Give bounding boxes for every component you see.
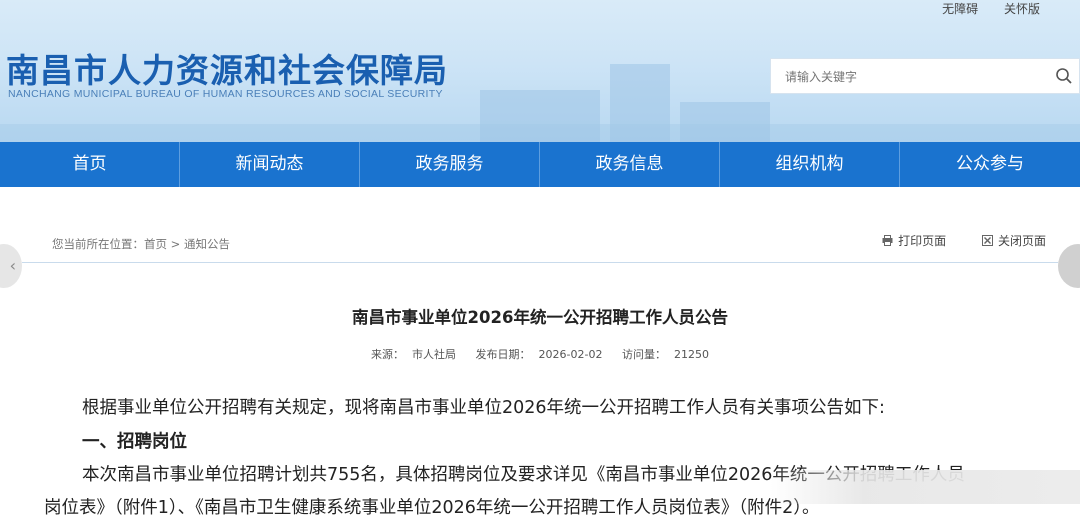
source-label: 来源： xyxy=(371,348,405,361)
breadcrumb-prefix: 您当前所在位置： xyxy=(52,237,144,251)
article-title: 南昌市事业单位2026年统一公开招聘工作人员公告 xyxy=(352,308,728,327)
print-label: 打印页面 xyxy=(898,234,947,248)
print-icon xyxy=(882,235,893,246)
visits-label: 访问量： xyxy=(621,348,666,361)
article-meta: 来源： 市人社局 发布日期： 2026-02-02 访问量： 21250 xyxy=(0,346,1080,362)
search-icon[interactable] xyxy=(1055,67,1073,85)
source-value: 市人社局 xyxy=(412,348,457,361)
close-label: 关闭页面 xyxy=(997,234,1046,248)
site-subtitle: NANCHANG MUNICIPAL BUREAU OF HUMAN RESOU… xyxy=(8,88,443,100)
accessibility-link[interactable]: 无障碍 xyxy=(942,2,978,16)
visits-value: 21250 xyxy=(673,348,709,361)
nav-item-news[interactable]: 新闻动态 xyxy=(180,142,360,187)
main-nav: 首页 新闻动态 政务服务 政务信息 组织机构 公众参与 xyxy=(0,142,1080,187)
scroll-right-icon[interactable] xyxy=(1058,244,1080,288)
site-title[interactable]: 南昌市人力资源和社会保障局 xyxy=(6,44,448,92)
breadcrumb-current[interactable]: 通知公告 xyxy=(184,237,230,251)
nav-item-services[interactable]: 政务服务 xyxy=(360,142,540,187)
nav-item-home[interactable]: 首页 xyxy=(0,142,180,187)
scroll-left-icon[interactable]: ‹ xyxy=(0,244,22,288)
breadcrumb: 您当前所在位置：首页 > 通知公告 xyxy=(52,236,230,252)
search-input[interactable] xyxy=(771,59,1047,95)
top-links: 无障碍 关怀版 xyxy=(920,0,1040,17)
paragraph-positions-line2: 岗位表》（附件1）、《南昌市卫生健康系统事业单位2026年统一公开招聘工作人员岗… xyxy=(44,498,820,518)
paragraph-intro: 根据事业单位公开招聘有关规定，现将南昌市事业单位2026年统一公开招聘工作人员有… xyxy=(82,398,885,418)
page-tools: 打印页面 关闭页面 xyxy=(850,232,1046,249)
breadcrumb-home[interactable]: 首页 xyxy=(144,237,167,251)
divider xyxy=(22,262,1058,263)
close-icon xyxy=(981,235,993,246)
date-value: 2026-02-02 xyxy=(538,348,603,361)
elder-mode-link[interactable]: 关怀版 xyxy=(1004,2,1040,16)
date-label: 发布日期： xyxy=(475,348,531,361)
print-button[interactable]: 打印页面 xyxy=(882,232,946,249)
blurred-overlay xyxy=(770,470,1080,504)
header-banner: 无障碍 关怀版 南昌市人力资源和社会保障局 NANCHANG MUNICIPAL… xyxy=(0,0,1080,142)
breadcrumb-separator: > xyxy=(170,237,181,251)
nav-item-participation[interactable]: 公众参与 xyxy=(900,142,1080,187)
nav-item-organization[interactable]: 组织机构 xyxy=(720,142,900,187)
close-page-button[interactable]: 关闭页面 xyxy=(981,232,1046,249)
search-box xyxy=(770,58,1080,95)
section-heading: 一、招聘岗位 xyxy=(82,432,187,452)
nav-item-gov-info[interactable]: 政务信息 xyxy=(540,142,720,187)
